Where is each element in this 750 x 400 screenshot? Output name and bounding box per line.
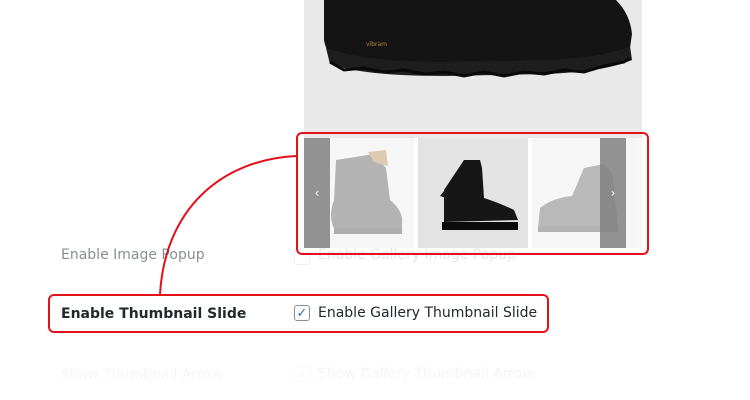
thumbnail-slide-checkbox-label: Enable Gallery Thumbnail Slide xyxy=(318,305,538,321)
boot-thumbnail-image xyxy=(440,160,518,230)
image-popup-checkbox-label: Enable Gallery Image Popup xyxy=(318,247,516,263)
checkbox-checked-icon: ✓ xyxy=(296,305,308,321)
boot-image: vibram xyxy=(324,0,632,78)
setting-label-image-popup: Enable Image Popup xyxy=(61,247,205,263)
setting-label-thumbnail-arrow: Show Thumbnail Arrow xyxy=(61,367,223,383)
thumbnail-arrow-checkbox-label: Show Gallery Thumbnail Arrow xyxy=(318,366,534,382)
thumbnail-next-arrow[interactable]: › xyxy=(600,138,626,248)
main-product-image: vibram xyxy=(304,0,642,148)
svg-text:vibram: vibram xyxy=(366,41,387,48)
thumbnail-slider[interactable]: ‹ › xyxy=(304,138,642,248)
chevron-right-icon: › xyxy=(610,186,616,200)
thumbnail-slide-checkbox[interactable]: ✓ xyxy=(294,305,310,321)
thumbnail-arrow-checkbox[interactable]: ✓ xyxy=(294,366,310,382)
setting-label-thumbnail-slide: Enable Thumbnail Slide xyxy=(61,306,247,322)
chevron-left-icon: ‹ xyxy=(314,186,320,200)
thumbnail-prev-arrow[interactable]: ‹ xyxy=(304,138,330,248)
thumbnail-2[interactable] xyxy=(418,138,528,248)
checkbox-checked-icon: ✓ xyxy=(296,366,308,382)
image-popup-checkbox[interactable] xyxy=(294,249,310,265)
